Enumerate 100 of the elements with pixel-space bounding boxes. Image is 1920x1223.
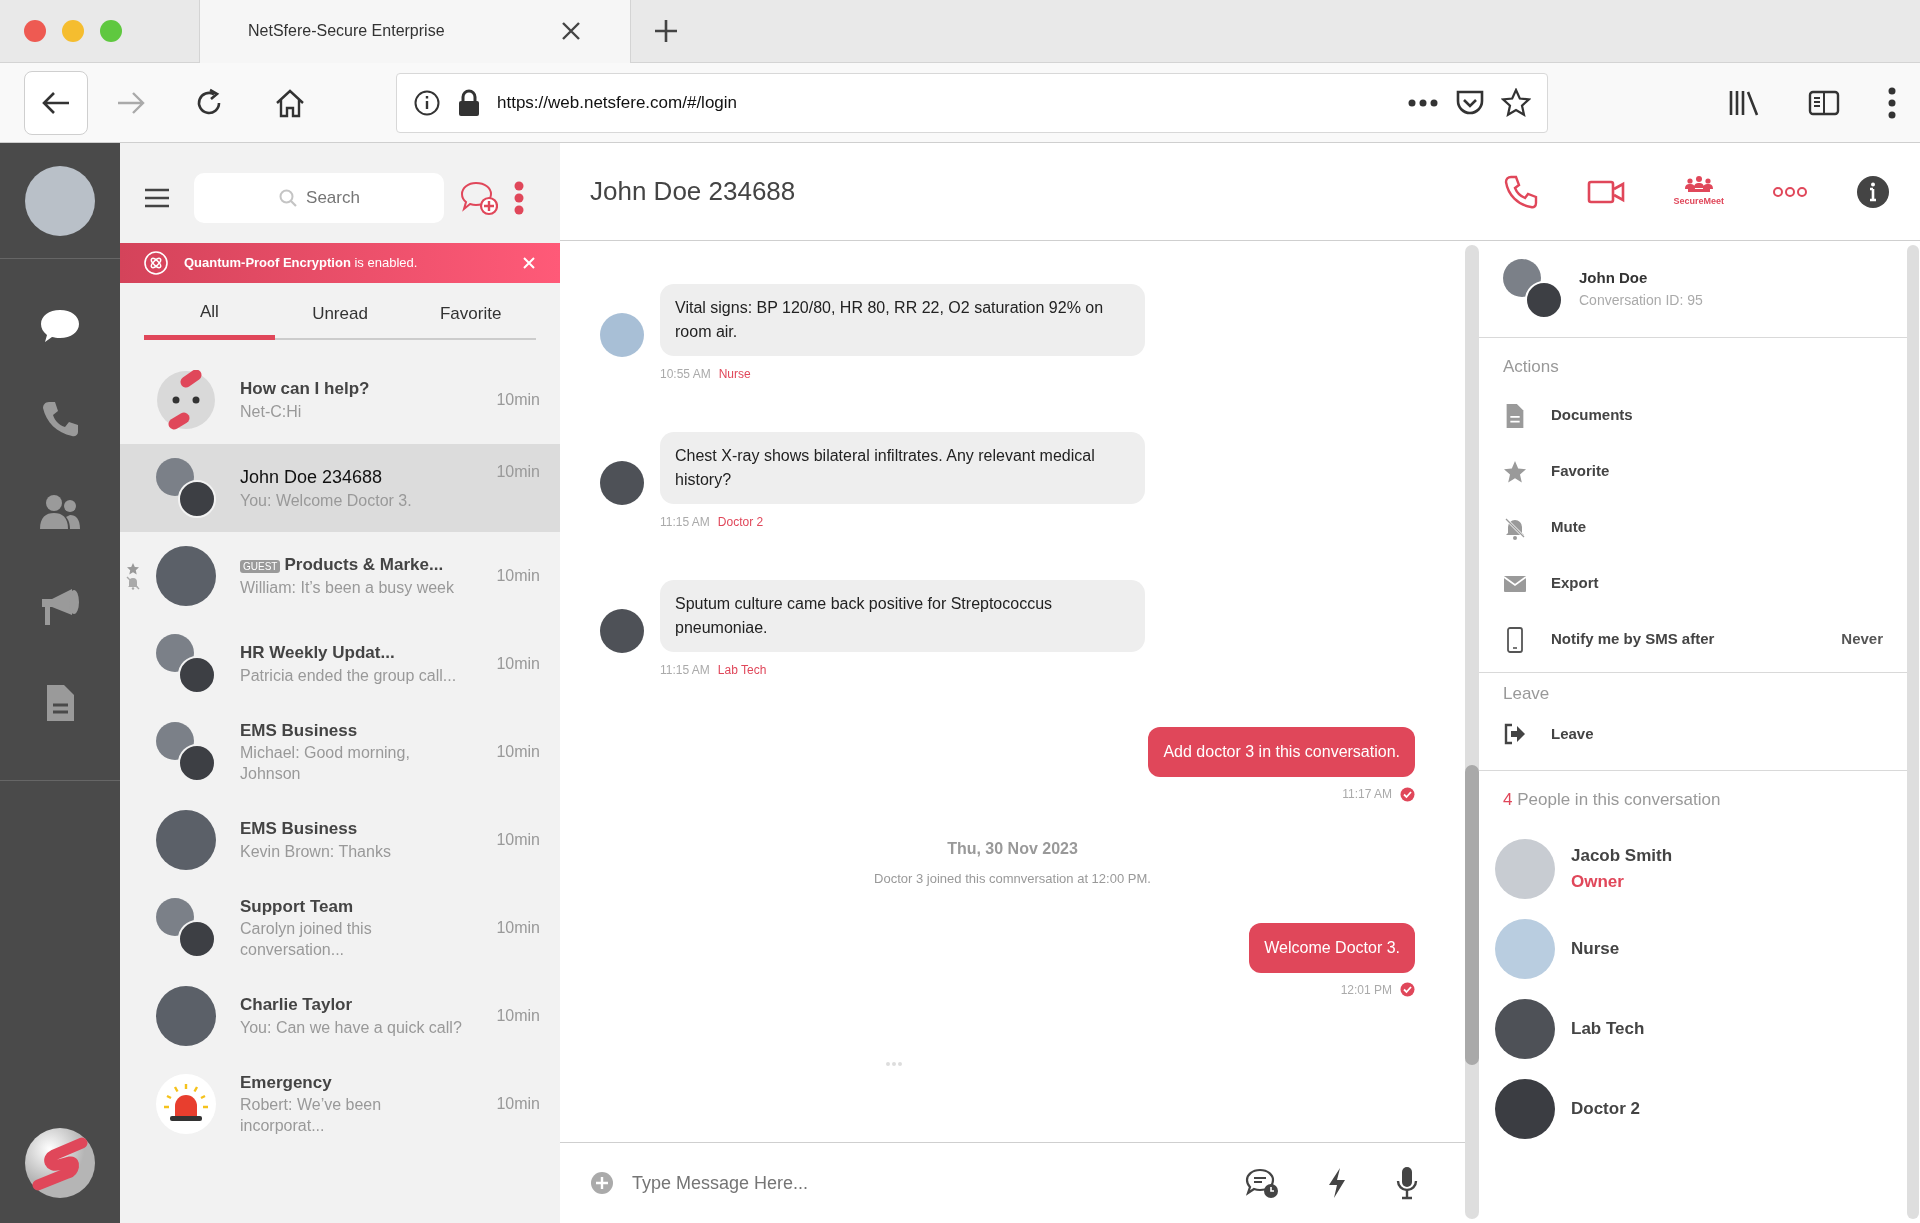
lock-icon	[457, 88, 481, 117]
action-item[interactable]: Documents	[1503, 387, 1883, 444]
timestamp: 12:01 PM	[1340, 981, 1392, 999]
timestamp: 11:17 AM	[1342, 786, 1392, 803]
sender-name: Nurse	[718, 366, 751, 383]
person-name: Doctor 2	[1571, 1097, 1640, 1120]
section-heading: Actions	[1503, 356, 1560, 378]
app-logo-icon[interactable]	[24, 1127, 96, 1199]
leave-action[interactable]: Leave	[1503, 706, 1883, 762]
action-item[interactable]: Export	[1503, 555, 1883, 612]
message-bubble: Add doctor 3 in this conversation.	[1148, 727, 1415, 777]
menu-icon[interactable]	[1888, 86, 1896, 119]
message-preview: Kevin Brown: Thanks	[240, 841, 392, 862]
bot-avatar-icon	[156, 369, 216, 430]
home-icon[interactable]	[274, 87, 306, 118]
info-icon[interactable]	[1856, 174, 1890, 209]
window-control-dot[interactable]	[24, 20, 46, 42]
timestamp: 10min	[495, 917, 540, 938]
avatar-pair	[156, 721, 216, 782]
lightning-icon[interactable]	[1327, 1167, 1347, 1199]
action-item[interactable]: Notify me by SMS after Never	[1503, 611, 1883, 668]
timestamp: 10min	[495, 653, 540, 674]
people-meeting-icon	[1683, 174, 1714, 195]
avatar-photo-placeholder	[600, 461, 644, 505]
timestamp: 11:15 AM	[660, 662, 710, 679]
scrollbar[interactable]	[1907, 245, 1919, 1219]
siren-icon	[156, 1073, 216, 1134]
pocket-icon[interactable]	[1455, 88, 1485, 117]
message-preview: Michael: Good morning, Johnson	[240, 743, 411, 785]
window-control-dot[interactable]	[62, 20, 84, 42]
sender-name: Lab Tech	[717, 662, 767, 679]
timestamp: 10min	[495, 1005, 540, 1026]
conversation-title: John Doe 234688	[240, 465, 384, 489]
conversation-item[interactable]: Support Team Carolyn joined this conversation... 10min	[120, 883, 560, 972]
search-field[interactable]: Search	[194, 173, 444, 223]
conversation-title: How can I help?	[240, 378, 371, 401]
filter-tab[interactable]: Unread	[274, 291, 406, 340]
more-options-icon[interactable]	[514, 181, 524, 215]
scheduled-message-icon[interactable]	[1245, 1167, 1279, 1199]
person-name: Nurse	[1571, 937, 1620, 960]
message-preview: You: Can we have a quick call?	[240, 1017, 463, 1038]
conversation-title: HR Weekly Updat...	[240, 642, 396, 665]
role-label: Owner	[1571, 870, 1625, 893]
filter-tab[interactable]: Favorite	[405, 291, 536, 340]
tab-title[interactable]: NetSfere-Secure Enterprise	[248, 19, 445, 43]
conversation-item[interactable]: Charlie Taylor You: Can we have a quick call? 10min	[120, 971, 560, 1060]
microphone-icon[interactable]	[1395, 1166, 1419, 1200]
conversation-title: EMS Business	[240, 719, 359, 742]
message-preview: William: It’s been a busy week	[240, 577, 455, 598]
window-control-dot[interactable]	[100, 20, 122, 42]
avatar-photo-placeholder	[600, 313, 644, 357]
conversation-title: Emergency	[240, 1071, 333, 1094]
timestamp: 10min	[495, 461, 540, 482]
message-bubble: Welcome Doctor 3.	[1249, 922, 1415, 973]
action-item[interactable]: Favorite	[1503, 443, 1883, 500]
timestamp: 10min	[495, 741, 540, 762]
video-camera-icon[interactable]	[1587, 178, 1626, 205]
timestamp: 10:55 AM	[660, 366, 711, 383]
conversation-item[interactable]: How can I help? Net-C:Hi 10min	[120, 355, 560, 444]
library-icon[interactable]	[1728, 88, 1760, 117]
filter-tab[interactable]: All	[144, 291, 275, 340]
message-preview: You: Welcome Doctor 3.	[240, 490, 413, 511]
conversation-item[interactable]: Emergency Robert: We’ve been incorporat... 10min	[120, 1059, 560, 1148]
contact-name: John Doe	[1579, 268, 1649, 289]
avatar-pair	[1503, 259, 1563, 319]
conversation-item[interactable]: EMS Business Michael: Good morning, Johnson 10min	[120, 707, 560, 796]
menu-icon[interactable]	[144, 188, 170, 208]
date-separator: Thu, 30 Nov 2023	[946, 839, 1079, 859]
securemeet-button[interactable]: SecureMeet	[1673, 174, 1724, 209]
message-preview: Carolyn joined this conversation...	[240, 919, 373, 961]
document-icon[interactable]	[44, 683, 76, 723]
phone-icon[interactable]	[1503, 173, 1540, 210]
conversation-name: Products & Marke...	[284, 555, 444, 575]
conversation-item[interactable]: John Doe 234688 You: Welcome Doctor 3. 10min	[120, 443, 560, 532]
people-icon[interactable]	[38, 493, 82, 531]
exit-icon	[1503, 722, 1527, 746]
scrollbar[interactable]	[1465, 245, 1479, 1219]
timestamp: 10min	[495, 565, 540, 586]
phone-icon[interactable]	[40, 399, 80, 439]
message-bubble: Sputum culture came back positive for Streptococcus pneumoniae.	[660, 580, 1145, 652]
avatar-photo-placeholder	[600, 609, 644, 653]
new-tab-icon[interactable]	[653, 18, 679, 44]
avatar-pair	[156, 633, 216, 694]
close-icon[interactable]	[560, 20, 582, 42]
person-name: Jacob Smith	[1571, 845, 1673, 867]
conversation-item[interactable]: GUEST Products & Marke... William: It’s been a busy week 10min	[120, 531, 560, 620]
more-icon[interactable]	[1407, 97, 1439, 108]
conversation-title: John Doe 234688	[590, 175, 797, 208]
message-preview: Net-C:Hi	[240, 401, 303, 422]
conversation-item[interactable]: EMS Business Kevin Brown: Thanks 10min	[120, 795, 560, 884]
new-chat-icon[interactable]	[460, 180, 498, 216]
sidebar-icon[interactable]	[1808, 89, 1840, 116]
bookmark-star-icon[interactable]	[1501, 87, 1531, 118]
action-item[interactable]: Mute	[1503, 499, 1883, 556]
encryption-notice: Quantum-Proof Encryption is enabled.	[184, 254, 419, 273]
guest-tag: GUEST	[240, 560, 281, 574]
conversation-item[interactable]: HR Weekly Updat... Patricia ended the group call... 10min	[120, 619, 560, 708]
chat-bubble-icon[interactable]	[38, 307, 82, 345]
info-icon[interactable]	[413, 88, 441, 117]
back-button[interactable]	[24, 70, 88, 135]
